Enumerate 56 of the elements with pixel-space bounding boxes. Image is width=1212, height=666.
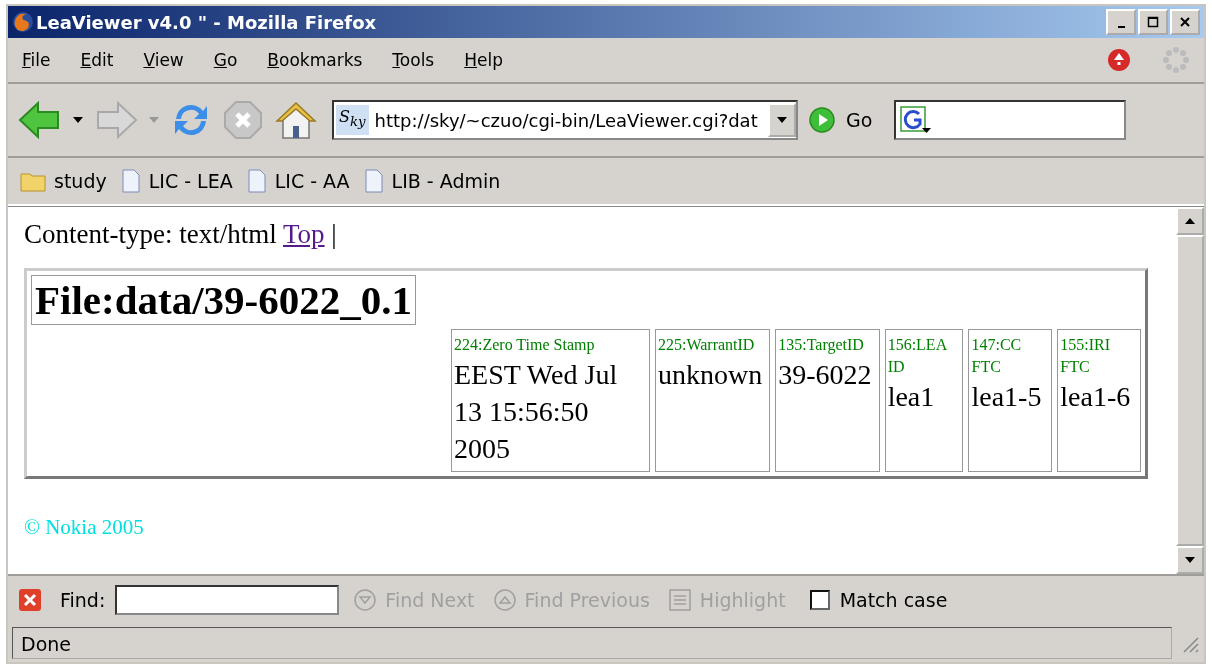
bookmark-item[interactable]: LIC - LEA — [120, 169, 233, 193]
throbber-icon — [1162, 46, 1190, 74]
separator-text: | — [331, 219, 337, 249]
search-field[interactable] — [894, 100, 1127, 140]
maximize-icon — [1147, 16, 1159, 28]
caret-icon — [776, 116, 788, 124]
update-icon[interactable] — [1106, 47, 1132, 73]
menu-item[interactable]: Tools — [392, 50, 435, 70]
table-cell: 156:LEA ID lea1 — [884, 329, 964, 472]
status-text: Done — [12, 627, 1172, 659]
scroll-up-icon[interactable] — [1184, 217, 1196, 225]
table-cell: 147:CC FTC lea1-5 — [968, 329, 1053, 472]
menu-item[interactable]: Go — [213, 50, 238, 70]
table-cell: 155:IRI FTC lea1-6 — [1057, 329, 1141, 472]
bookmark-item[interactable]: LIB - Admin — [363, 169, 501, 193]
menu-item[interactable]: Edit — [80, 50, 114, 70]
home-icon[interactable] — [274, 99, 318, 141]
firefox-icon — [12, 11, 34, 33]
site-icon: S$_{ky}$ — [336, 105, 369, 135]
scrollbar[interactable] — [1176, 207, 1204, 574]
close-icon[interactable] — [18, 588, 42, 612]
menu-item[interactable]: File — [22, 50, 51, 70]
scroll-down-icon[interactable] — [1184, 556, 1196, 564]
dropdown-arrow-icon[interactable] — [72, 116, 84, 124]
window-title: LeaViewer v4.0 " - Mozilla Firefox — [36, 11, 377, 33]
maximize-button[interactable] — [1138, 9, 1168, 35]
content-type-text: Content-type: text/html — [24, 219, 277, 249]
table-cell: 225:WarrantID unknown — [654, 329, 771, 472]
menu-item[interactable]: Bookmarks — [267, 50, 363, 70]
back-arrow-icon[interactable] — [18, 100, 62, 140]
close-button[interactable] — [1170, 9, 1200, 35]
page-icon — [246, 169, 267, 193]
page-icon — [363, 169, 384, 193]
search-engine-icon — [900, 106, 933, 134]
menu-item[interactable]: Help — [464, 50, 503, 70]
minimize-icon — [1117, 26, 1125, 28]
bookmark-item[interactable]: study — [20, 170, 107, 192]
go-button[interactable]: Go — [846, 109, 873, 131]
address-field[interactable]: S$_{ky}$ http://sky/~czuo/cgi-bin/LeaViewer.cgi?dat — [332, 100, 798, 140]
folder-icon — [20, 170, 46, 192]
page-icon — [120, 169, 141, 193]
match-case-label: Match case — [839, 589, 948, 611]
top-link[interactable]: Top — [283, 219, 325, 249]
menu-item[interactable]: View — [143, 50, 184, 70]
dropdown-button[interactable] — [768, 103, 796, 137]
file-title: File:data/39-6022_0.1 — [31, 275, 416, 325]
copyright-text: © Nokia 2005 — [24, 515, 145, 540]
bookmark-item[interactable]: LIC - AA — [246, 169, 350, 193]
table-cell: 224:Zero Time Stamp EEST Wed Jul 13 15:56:50 2005 — [451, 329, 650, 472]
match-case-checkbox[interactable] — [809, 590, 830, 610]
table-cell: 135:TargetID 39-6022 — [775, 329, 880, 472]
close-icon — [1179, 16, 1191, 28]
list-icon — [667, 588, 692, 612]
find-field[interactable] — [115, 585, 340, 615]
go-icon[interactable] — [808, 106, 836, 134]
find-label: Find: — [60, 589, 106, 611]
